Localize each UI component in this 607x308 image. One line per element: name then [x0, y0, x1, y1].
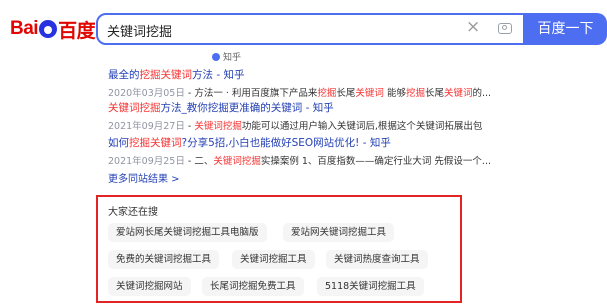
keyword-highlight: 挖掘: [317, 88, 337, 99]
text-segment: 长尾: [336, 88, 356, 99]
text-segment: 如何: [108, 137, 129, 149]
related-chip[interactable]: 关键词挖掘工具: [232, 250, 315, 269]
text-segment: - 二、: [184, 156, 214, 167]
text-segment: 能够: [383, 88, 406, 99]
keyword-highlight: 关键词: [355, 88, 384, 99]
result-title[interactable]: 如何挖掘关键词?分享5招,小白也能做好SEO网站优化! - 知乎: [108, 135, 491, 150]
keyword-highlight: 挖掘关键词: [129, 137, 182, 149]
text-segment: 功能可以通过用户输入关键词后,根据这个关键词拓展出包: [241, 121, 483, 132]
keyword-highlight: 关键词挖掘: [108, 102, 161, 114]
result-desc: 2021年09月27日 - 关键词挖掘功能可以通过用户输入关键词后,根据这个关键…: [108, 118, 482, 132]
result-date: 2021年09月27日: [108, 121, 185, 132]
related-chip[interactable]: 关键词热度查询工具: [326, 250, 428, 269]
text-segment: 的...: [472, 88, 492, 99]
logo-text-cn: 百度: [58, 20, 96, 42]
close-icon[interactable]: ×: [466, 17, 480, 37]
result-snippet: - 方法一 · 利用百度旗下产品来挖掘长尾关键词 能够挖掘长尾关键词的...: [185, 88, 491, 99]
result-title[interactable]: 关键词挖掘方法_教你挖掘更准确的关键词 - 知乎: [108, 100, 482, 115]
keyword-highlight: 挖掘关键词: [139, 69, 193, 81]
result-item: 最全的挖掘关键词方法 - 知乎 2020年03月05日 - 方法一 · 利用百度…: [108, 67, 491, 99]
source-label: 知乎: [223, 53, 242, 63]
keyword-highlight: 关键词挖掘: [213, 156, 261, 167]
text-segment: 实操案例 1、百度指数——确定行业大词 先假设一个...: [260, 156, 491, 167]
result-date: 2021年09月25日: [108, 156, 185, 167]
search-input[interactable]: 关键词挖掘: [107, 21, 172, 40]
result-desc: 2021年09月25日 - 二、关键词挖掘实操案例 1、百度指数——确定行业大词…: [108, 153, 491, 167]
related-chip[interactable]: 爱站网长尾关键词挖掘工具电脑版: [108, 223, 267, 242]
related-chip[interactable]: 5118关键词挖掘工具: [317, 277, 424, 296]
text-segment: 方法 - 知乎: [192, 69, 245, 81]
camera-icon[interactable]: [498, 23, 512, 34]
text-segment: 长尾: [424, 88, 444, 99]
result-snippet: - 二、关键词挖掘实操案例 1、百度指数——确定行业大词 先假设一个...: [185, 156, 491, 167]
related-searches-panel: 大家还在搜 爱站网长尾关键词挖掘工具电脑版 爱站网关键词挖掘工具 免费的关键词挖…: [96, 195, 462, 303]
keyword-highlight: 关键词: [444, 88, 473, 99]
result-snippet: - 关键词挖掘功能可以通过用户输入关键词后,根据这个关键词拓展出包: [185, 121, 483, 132]
result-item: 如何挖掘关键词?分享5招,小白也能做好SEO网站优化! - 知乎 2021年09…: [108, 135, 491, 167]
related-chip[interactable]: 爱站网关键词挖掘工具: [283, 223, 395, 242]
text-segment: ?分享5招,小白也能做好SEO网站优化! - 知乎: [181, 137, 391, 149]
logo-text-latin: Bai: [10, 18, 39, 39]
result-item: 关键词挖掘方法_教你挖掘更准确的关键词 - 知乎 2021年09月27日 - 关…: [108, 100, 482, 132]
result-desc: 2020年03月05日 - 方法一 · 利用百度旗下产品来挖掘长尾关键词 能够挖…: [108, 85, 491, 99]
more-results-link[interactable]: 更多同站结果 >: [108, 170, 180, 185]
related-chip[interactable]: 免费的关键词挖掘工具: [108, 250, 220, 269]
baidu-logo[interactable]: Bai 百度: [10, 17, 96, 42]
top-bar: Bai 百度 关键词挖掘 × 百度一下: [0, 0, 607, 56]
keyword-highlight: 关键词挖掘: [194, 121, 242, 132]
search-box[interactable]: 关键词挖掘 ×: [96, 13, 525, 45]
result-title[interactable]: 最全的挖掘关键词方法 - 知乎: [108, 67, 491, 82]
text-segment: -: [184, 121, 195, 132]
text-segment: 最全的: [108, 69, 140, 81]
keyword-highlight: 挖掘: [405, 88, 425, 99]
zhihu-icon: [212, 53, 220, 61]
related-heading: 大家还在搜: [108, 207, 158, 218]
search-button[interactable]: 百度一下: [524, 13, 607, 45]
paw-icon: [39, 20, 58, 38]
text-segment: 方法_教你挖掘更准确的关键词 - 知乎: [160, 102, 334, 114]
text-segment: - 方法一 · 利用百度旗下产品来: [184, 88, 318, 99]
related-chip[interactable]: 长尾词挖掘免费工具: [202, 277, 304, 296]
related-chip[interactable]: 关键词挖掘网站: [108, 277, 191, 296]
result-date: 2020年03月05日: [108, 88, 185, 99]
result-source: 知乎: [212, 50, 241, 63]
